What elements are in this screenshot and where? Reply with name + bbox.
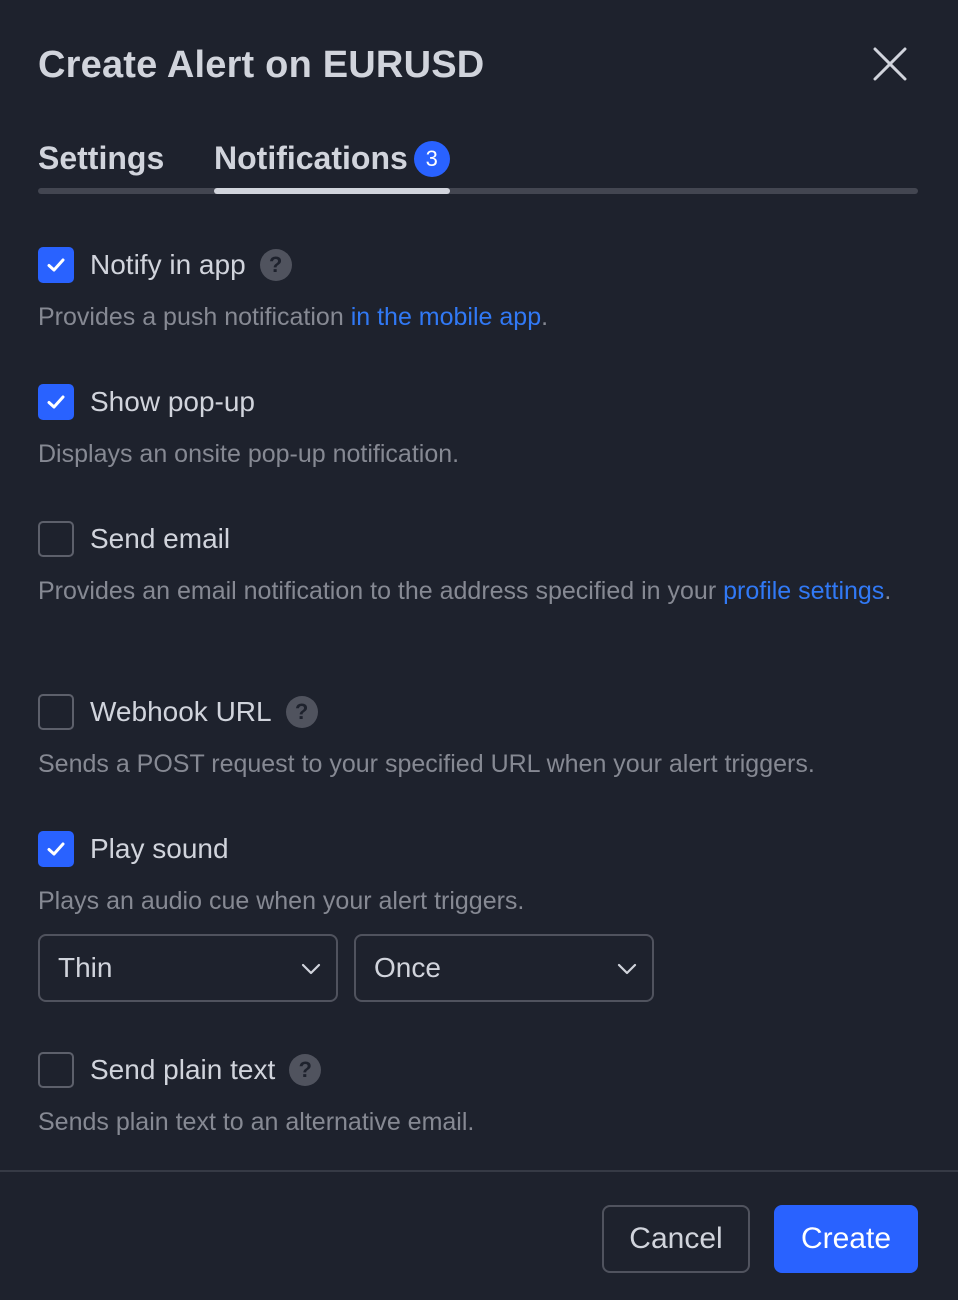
question-mark-icon[interactable]: ? <box>259 249 292 281</box>
option-play-sound: Play sound Plays an audio cue when your … <box>38 831 918 919</box>
option-webhook-url: Webhook URL ? Sends a POST request to yo… <box>38 694 918 782</box>
cancel-button[interactable]: Cancel <box>602 1205 750 1273</box>
webhook-url-checkbox[interactable] <box>38 694 74 730</box>
description-text-end: . <box>884 577 892 605</box>
close-icon[interactable] <box>866 40 914 88</box>
tab-track <box>38 188 918 194</box>
description-text: Provides a push notification <box>38 303 351 331</box>
send-plain-text-description: Sends plain text to an alternative email… <box>38 1108 475 1136</box>
repeat-select-value: Once <box>374 952 441 983</box>
tab-notifications-label: Notifications <box>214 140 408 176</box>
webhook-url-description: Sends a POST request to your specified U… <box>38 750 815 778</box>
send-plain-text-label[interactable]: Send plain text <box>90 1054 275 1086</box>
checkmark-icon <box>47 842 65 856</box>
tab-settings-label: Settings <box>38 140 165 176</box>
repeat-select[interactable]: Once <box>354 934 654 1002</box>
description-text-end: . <box>541 303 549 331</box>
create-alert-dialog: Create Alert on EURUSD Settings Notifica… <box>0 0 958 1300</box>
option-send-plain-text: Send plain text ? Sends plain text to an… <box>38 1052 918 1140</box>
question-mark-icon[interactable]: ? <box>289 1054 322 1086</box>
chevron-down-icon <box>617 963 637 975</box>
active-tab-indicator <box>214 188 450 194</box>
tab-bar: Settings Notifications 3 <box>38 136 918 198</box>
question-mark-icon[interactable]: ? <box>285 696 318 728</box>
description-text: Provides an email notification to the ad… <box>38 577 724 605</box>
notify-in-app-description: Provides a push notification in the mobi… <box>38 299 918 335</box>
option-show-popup: Show pop-up Displays an onsite pop-up no… <box>38 384 918 472</box>
tab-settings[interactable]: Settings <box>38 136 164 180</box>
checkmark-icon <box>47 395 65 409</box>
sound-select-value: Thin <box>58 952 113 983</box>
play-sound-label[interactable]: Play sound <box>90 833 229 865</box>
sound-select[interactable]: Thin <box>38 934 338 1002</box>
sound-selectors: Thin Once <box>38 934 654 1002</box>
tab-notifications[interactable]: Notifications 3 <box>214 136 450 180</box>
checkmark-icon <box>47 258 65 272</box>
option-send-email: Send email Provides an email notificatio… <box>38 521 918 609</box>
send-email-checkbox[interactable] <box>38 521 74 557</box>
dialog-title: Create Alert on EURUSD <box>38 44 485 86</box>
webhook-url-label[interactable]: Webhook URL <box>90 696 272 728</box>
show-popup-label[interactable]: Show pop-up <box>90 386 255 418</box>
send-plain-text-checkbox[interactable] <box>38 1052 74 1088</box>
mobile-app-link[interactable]: in the mobile app <box>351 303 541 331</box>
show-popup-description: Displays an onsite pop-up notification. <box>38 440 460 468</box>
show-popup-checkbox[interactable] <box>38 384 74 420</box>
footer-divider <box>0 1170 958 1172</box>
notifications-count-badge: 3 <box>413 141 450 177</box>
send-email-label[interactable]: Send email <box>90 523 230 555</box>
send-email-description: Provides an email notification to the ad… <box>38 573 918 609</box>
chevron-down-icon <box>301 963 321 975</box>
notify-in-app-label[interactable]: Notify in app <box>90 249 246 281</box>
play-sound-description: Plays an audio cue when your alert trigg… <box>38 887 525 915</box>
option-notify-in-app: Notify in app ? Provides a push notifica… <box>38 247 918 335</box>
notify-in-app-checkbox[interactable] <box>38 247 74 283</box>
profile-settings-link[interactable]: profile settings <box>723 577 884 605</box>
create-button[interactable]: Create <box>774 1205 918 1273</box>
play-sound-checkbox[interactable] <box>38 831 74 867</box>
